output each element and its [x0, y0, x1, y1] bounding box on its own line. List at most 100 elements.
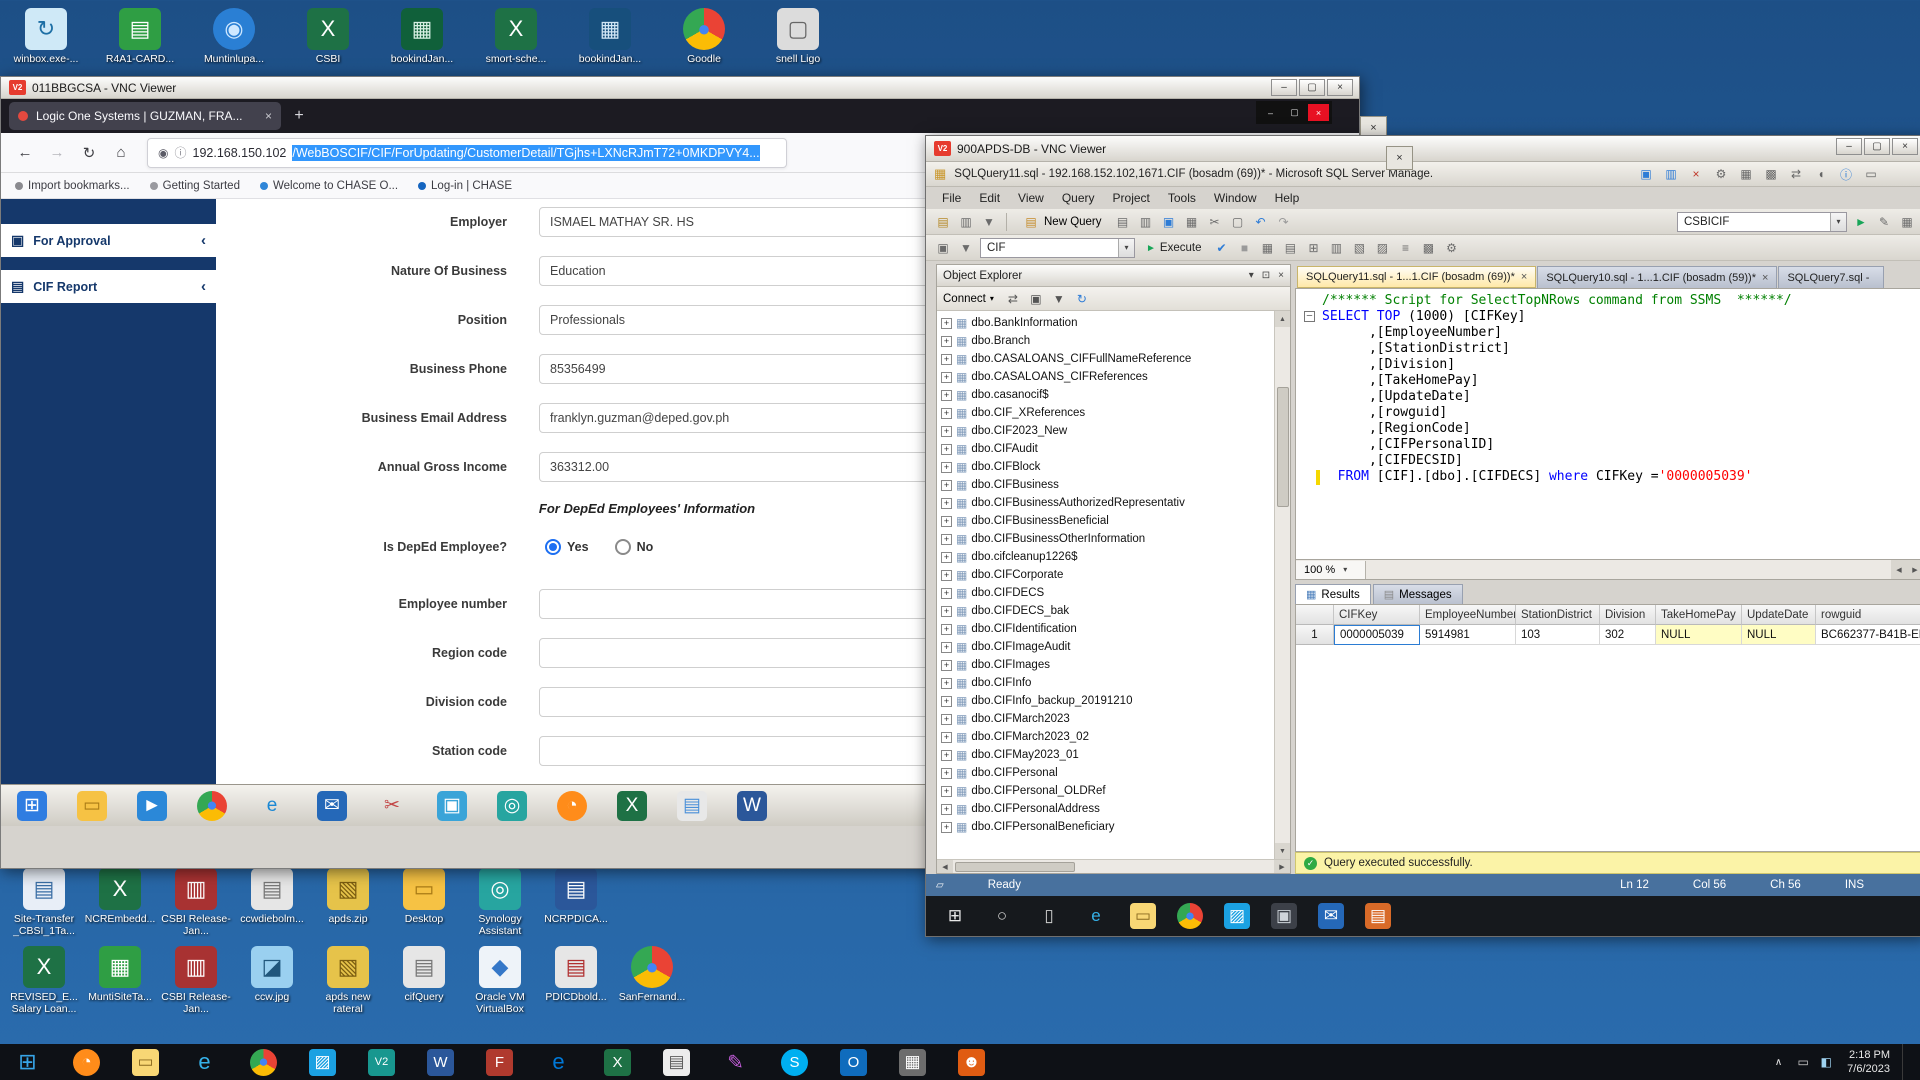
desktop-icon-ccw-jpg[interactable]: ◪ ccw.jpg	[234, 946, 310, 1015]
filezilla-icon[interactable]: F	[486, 1049, 513, 1076]
show-desktop-button[interactable]	[1902, 1044, 1908, 1080]
menu-item[interactable]: View	[1010, 189, 1052, 207]
radio-yes[interactable]	[545, 539, 561, 555]
bookmark-item[interactable]: Getting Started	[150, 180, 240, 192]
connect-button[interactable]: Connect	[943, 293, 994, 305]
expand-icon[interactable]	[941, 408, 952, 419]
chrome-icon[interactable]: ●	[250, 1049, 277, 1076]
chrome-icon[interactable]: ●	[1177, 903, 1203, 929]
expand-icon[interactable]	[941, 480, 952, 491]
people-icon[interactable]: ☻	[958, 1049, 985, 1076]
expand-icon[interactable]	[941, 606, 952, 617]
toolbar-icon[interactable]: ⚙	[1442, 239, 1460, 257]
field-input[interactable]: 85356499	[539, 354, 939, 384]
tray-expand-icon[interactable]: ∧	[1775, 1057, 1782, 1068]
word-icon[interactable]: W	[427, 1049, 454, 1076]
browser-tab[interactable]: Logic One Systems | GUZMAN, FRA...	[9, 102, 281, 130]
results-tab[interactable]: Results	[1295, 584, 1371, 604]
database-combo[interactable]: CIF	[980, 238, 1135, 258]
expand-icon[interactable]	[941, 534, 952, 545]
site-info-icon[interactable]	[174, 144, 186, 161]
expand-icon[interactable]	[941, 768, 952, 779]
close-button[interactable]	[1327, 79, 1353, 96]
start-icon[interactable]: ⊞	[942, 903, 968, 929]
minimize-button[interactable]	[1836, 138, 1862, 155]
field-input[interactable]: Professionals	[539, 305, 939, 335]
tab-close-icon[interactable]	[265, 109, 272, 123]
object-explorer-item[interactable]: dbo.CIFBusiness	[941, 476, 1274, 494]
toolbar-icon[interactable]: ▭	[1862, 165, 1880, 183]
column-header[interactable]: TakeHomePay	[1656, 605, 1742, 625]
home-icon[interactable]	[107, 139, 135, 167]
dock-menu-icon[interactable]	[1249, 270, 1254, 281]
toolbar-icon[interactable]: ▩	[1419, 239, 1437, 257]
scroll-right-icon[interactable]	[1907, 560, 1920, 579]
sql-editor-surface[interactable]: /****** Script for SelectTopNRows comman…	[1295, 288, 1920, 560]
ssms-titlebar[interactable]: SQLQuery11.sql - 192.168.152.102,1671.CI…	[926, 162, 1920, 187]
zoom-select[interactable]: 100 %	[1296, 561, 1366, 579]
desktop-icon-ccwdiebolm[interactable]: ▤ ccwdiebolm...	[234, 868, 310, 937]
column-header[interactable]: StationDistrict	[1516, 605, 1600, 625]
menu-item[interactable]: Edit	[971, 189, 1008, 207]
new-query-button[interactable]: New Query	[1015, 211, 1109, 233]
object-explorer-item[interactable]: dbo.CIFBlock	[941, 458, 1274, 476]
expand-icon[interactable]	[941, 822, 952, 833]
expand-icon[interactable]	[941, 426, 952, 437]
outlook-icon[interactable]: O	[840, 1049, 867, 1076]
grid-cell[interactable]: BC662377-B41B-EE11...	[1816, 625, 1920, 645]
toolbar-icon[interactable]: ▥	[1327, 239, 1345, 257]
grid-cell[interactable]: 103	[1516, 625, 1600, 645]
desktop-icon-csbi[interactable]: X CSBI	[288, 8, 368, 65]
close-button[interactable]	[1892, 138, 1918, 155]
app-icon-dark[interactable]: ▣	[1271, 903, 1297, 929]
object-explorer-item[interactable]: dbo.CIFDECS_bak	[941, 602, 1274, 620]
toolbar-icon[interactable]: ▨	[1373, 239, 1391, 257]
toolbar-icon[interactable]: ⇄	[1787, 165, 1805, 183]
toolbar-icon[interactable]: ▤	[1281, 239, 1299, 257]
notepad-icon[interactable]: ▤	[677, 791, 707, 821]
column-header[interactable]: CIFKey	[1334, 605, 1420, 625]
toolbar-icon[interactable]: ↻	[1073, 290, 1091, 308]
expand-icon[interactable]	[941, 498, 952, 509]
toolbar-icon[interactable]: ▣	[1160, 213, 1178, 231]
desktop-icon-synology[interactable]: ◎ Synology Assistant	[462, 868, 538, 937]
object-explorer-item[interactable]: dbo.CIFInfo	[941, 674, 1274, 692]
notepad-icon[interactable]: ▤	[663, 1049, 690, 1076]
tab-close-icon[interactable]: ×	[1762, 272, 1768, 284]
internet-explorer-icon[interactable]: e	[1083, 903, 1109, 929]
expand-icon[interactable]	[941, 696, 952, 707]
row-number[interactable]: 1	[1296, 625, 1334, 645]
toolbar-icon[interactable]: ⊞	[1304, 239, 1322, 257]
toolbar-icon[interactable]: ⚙	[1712, 165, 1730, 183]
grid-cell[interactable]: 0000005039	[1334, 625, 1420, 645]
expand-icon[interactable]	[941, 714, 952, 725]
messages-tab[interactable]: Messages	[1373, 584, 1463, 604]
object-explorer-item[interactable]: dbo.CIFPersonalAddress	[941, 800, 1274, 818]
object-explorer-header[interactable]: Object Explorer	[937, 265, 1290, 287]
toolbar-icon[interactable]: ≡	[1396, 239, 1414, 257]
object-explorer-item[interactable]: dbo.CIF2023_New	[941, 422, 1274, 440]
desktop-icon-revised-salary-loan[interactable]: X REVISED_E... Salary Loan...	[6, 946, 82, 1015]
radio-no[interactable]	[615, 539, 631, 555]
desktop-icon-desktop-folder[interactable]: ▭ Desktop	[386, 868, 462, 937]
app-grid-icon[interactable]: ▦	[899, 1049, 926, 1076]
excel-icon[interactable]: X	[617, 791, 647, 821]
grid-cell[interactable]: 5914981	[1420, 625, 1516, 645]
object-explorer-item[interactable]: dbo.CIFMarch2023	[941, 710, 1274, 728]
expand-icon[interactable]	[941, 750, 952, 761]
object-explorer-item[interactable]: dbo.CIFPersonalBeneficiary	[941, 818, 1274, 836]
toolbar-icon[interactable]: ↷	[1275, 213, 1293, 231]
object-explorer-item[interactable]: dbo.cifcleanup1226$	[941, 548, 1274, 566]
firefox-icon[interactable]: ◔	[557, 791, 587, 821]
vnc-viewer-icon[interactable]: V2	[368, 1049, 395, 1076]
field-input[interactable]: 363312.00	[539, 452, 939, 482]
toolbar-icon[interactable]: ×	[1687, 165, 1705, 183]
maximize-button[interactable]	[1299, 79, 1325, 96]
object-explorer-item[interactable]: dbo.CIFBusinessAuthorizedRepresentativ	[941, 494, 1274, 512]
task-view-icon[interactable]: ▯	[1036, 903, 1062, 929]
snipping-tool-icon[interactable]: ✂	[377, 791, 407, 821]
expand-icon[interactable]	[941, 318, 952, 329]
scrollbar-thumb[interactable]	[1277, 387, 1289, 507]
desktop-icon-muntisiteta[interactable]: ▦ MuntiSiteTa...	[82, 946, 158, 1015]
toolbar-icon[interactable]: ⇄	[1004, 290, 1022, 308]
